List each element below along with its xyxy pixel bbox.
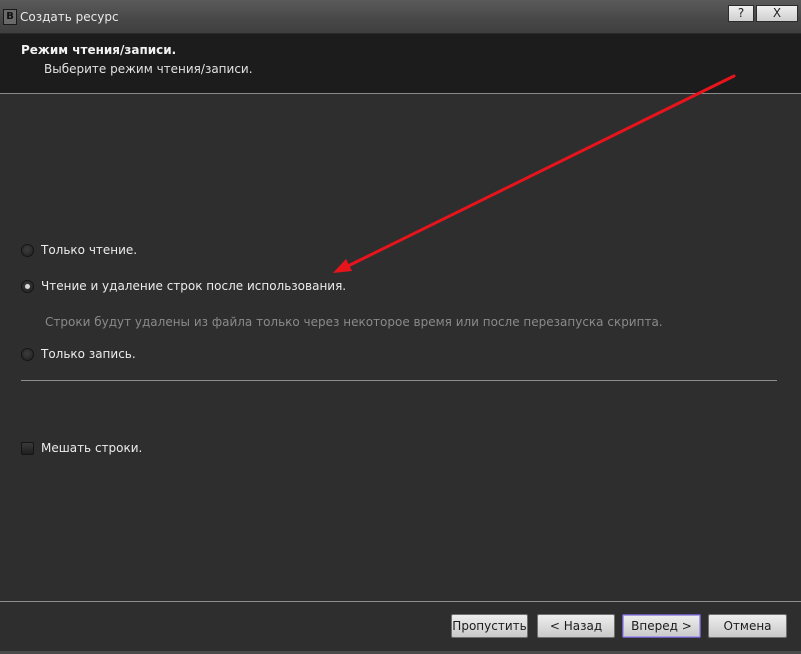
page-subtitle: Выберите режим чтения/записи. — [44, 62, 253, 76]
wizard-header: Режим чтения/записи. Выберите режим чтен… — [0, 34, 801, 94]
window-title: Создать ресурс — [20, 10, 119, 24]
radio-button-icon[interactable] — [21, 244, 34, 257]
title-bar: B Создать ресурс ? X — [0, 0, 801, 34]
arrow-head-icon — [333, 259, 352, 273]
cancel-button[interactable]: Отмена — [708, 614, 787, 638]
radio-button-checked-icon[interactable] — [21, 280, 34, 293]
divider — [21, 380, 777, 381]
radio-write-only-label: Только запись. — [41, 347, 136, 361]
checkbox-shuffle-label: Мешать строки. — [41, 441, 143, 455]
footer-divider — [0, 601, 801, 602]
skip-button[interactable]: Пропустить — [451, 614, 528, 638]
app-icon: B — [3, 9, 17, 25]
radio-read-only-label: Только чтение. — [41, 243, 138, 257]
close-button[interactable]: X — [756, 5, 798, 22]
checkbox-icon[interactable] — [21, 442, 34, 455]
back-button[interactable]: < Назад — [537, 614, 615, 638]
radio-read-delete-label: Чтение и удаление строк после использова… — [41, 279, 347, 293]
read-delete-note: Строки будут удалены из файла только чер… — [45, 315, 663, 329]
help-button[interactable]: ? — [728, 5, 754, 22]
next-button[interactable]: Вперед > — [622, 614, 701, 638]
radio-button-icon[interactable] — [21, 348, 34, 361]
page-title: Режим чтения/записи. — [21, 43, 177, 57]
